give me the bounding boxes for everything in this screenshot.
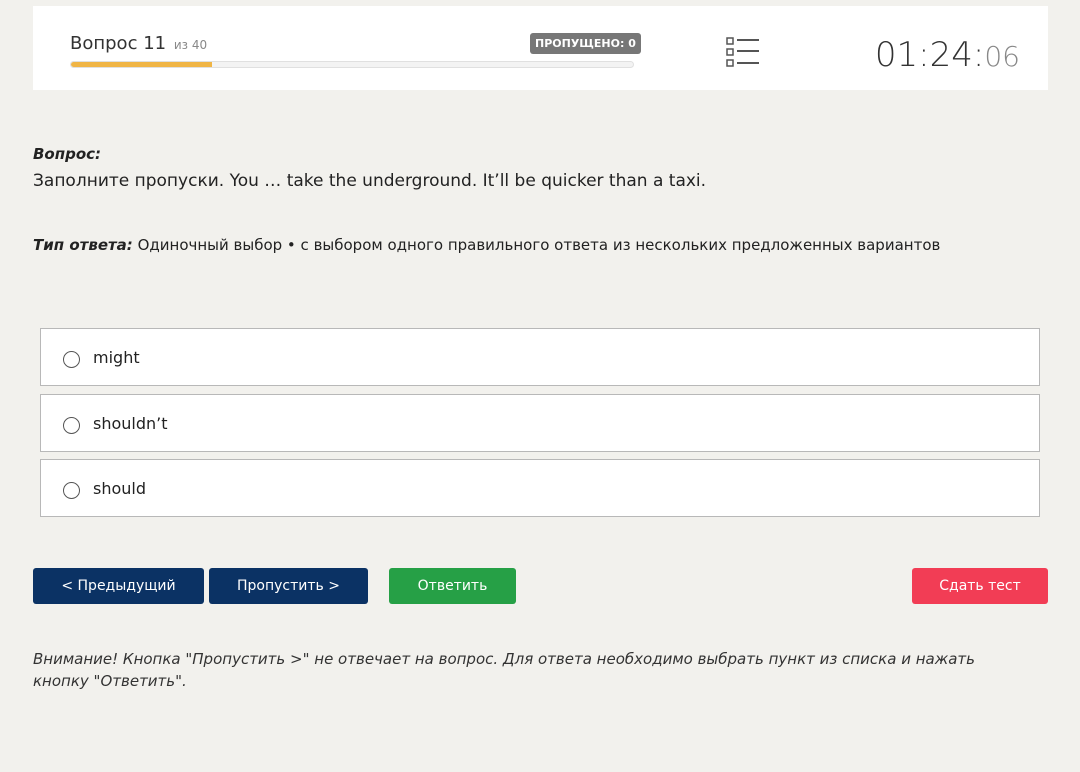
submit-test-button[interactable]: Сдать тест xyxy=(912,568,1048,604)
skip-button[interactable]: Пропустить > xyxy=(209,568,368,604)
answer-type: Тип ответа: Одиночный выбор • с выбором … xyxy=(33,236,940,254)
progress-bar xyxy=(70,61,634,68)
option-label: shouldn’t xyxy=(93,414,168,433)
option-label: should xyxy=(93,479,147,498)
countdown-timer: 01:24:06 xyxy=(875,35,1020,75)
question-label: Вопрос: xyxy=(33,145,102,163)
option-label: might xyxy=(93,348,140,367)
question-total: из 40 xyxy=(173,38,208,52)
answer-type-value: Одиночный выбор • с выбором одного прави… xyxy=(137,236,941,254)
skipped-badge: ПРОПУЩЕНО: 0 xyxy=(530,33,641,54)
skip-warning-notice: Внимание! Кнопка "Пропустить >" не отвеч… xyxy=(33,650,975,690)
previous-button[interactable]: < Предыдущий xyxy=(33,568,204,604)
option-should[interactable]: should xyxy=(40,459,1040,517)
answer-type-label: Тип ответа: xyxy=(33,236,133,254)
radio-button[interactable] xyxy=(63,351,80,368)
option-shouldnt[interactable]: shouldn’t xyxy=(40,394,1040,452)
question-word: Вопрос xyxy=(70,33,138,54)
question-counter: Вопрос 11 из 40 xyxy=(70,33,207,54)
question-header: Вопрос 11 из 40 ПРОПУЩЕНО: 0 01:24:06 xyxy=(33,6,1048,90)
radio-button[interactable] xyxy=(63,482,80,499)
progress-fill xyxy=(71,62,212,67)
question-number: 11 xyxy=(143,33,167,54)
answer-button[interactable]: Ответить xyxy=(389,568,516,604)
question-list-icon[interactable] xyxy=(726,37,760,67)
radio-button[interactable] xyxy=(63,417,80,434)
option-might[interactable]: might xyxy=(40,328,1040,386)
timer-seconds: 06 xyxy=(984,40,1020,73)
question-text: Заполните пропуски. You … take the under… xyxy=(33,171,707,191)
timer-main: 01:24: xyxy=(874,35,985,75)
